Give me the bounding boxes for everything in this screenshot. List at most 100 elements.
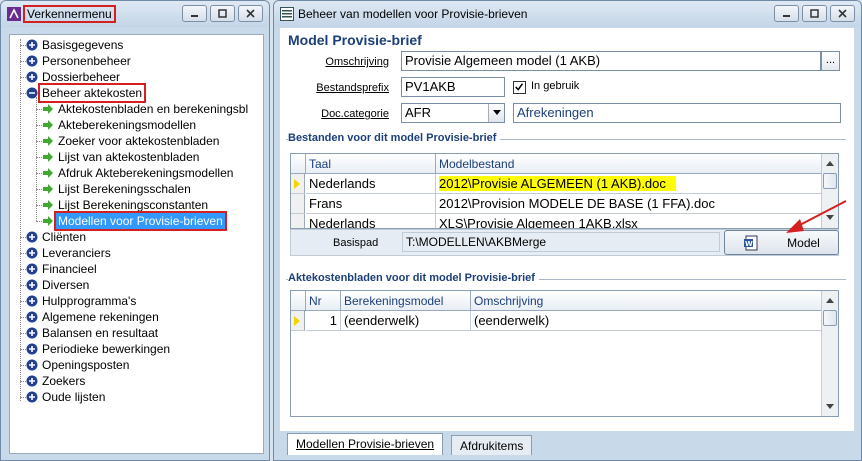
plus-icon[interactable] bbox=[26, 391, 38, 403]
close-button[interactable] bbox=[830, 5, 855, 22]
tree-item-akteberekeningsmodellen[interactable]: Akteberekeningsmodellen bbox=[42, 117, 198, 133]
bestanden-grid[interactable]: Taal Modelbestand Nederlands 2012\Provis… bbox=[290, 153, 839, 229]
table-row-omschrijving[interactable]: (eenderwelk) bbox=[471, 311, 823, 331]
explorer-title: Verkennermenu bbox=[23, 5, 116, 23]
row-indicator[interactable] bbox=[291, 174, 305, 194]
tree-item-diversen[interactable]: Diversen bbox=[26, 277, 91, 293]
tree-item-label: Akteberekeningsmodellen bbox=[58, 118, 197, 132]
doc-categorie-value: AFR bbox=[405, 105, 431, 120]
tree-item-modellen-voor-provisie-brieven[interactable]: Modellen voor Provisie-brieven bbox=[42, 211, 227, 231]
restore-button[interactable] bbox=[802, 5, 827, 22]
col-header-omschrijving[interactable]: Omschrijving bbox=[471, 291, 823, 311]
scroll-up-button[interactable] bbox=[822, 292, 838, 308]
row-indicator[interactable] bbox=[291, 214, 305, 228]
tree-item-label: Oude lijsten bbox=[42, 390, 106, 404]
tree-item-cli-nten[interactable]: Cliënten bbox=[26, 229, 88, 245]
scroll-thumb[interactable] bbox=[823, 173, 837, 189]
tree-item-aktekostenbladen-en-berekeningsbl[interactable]: Aktekostenbladen en berekeningsbl bbox=[42, 101, 250, 117]
table-row-bestand[interactable]: XLS\Provisie Algemeen 1AKB.xlsx bbox=[436, 214, 823, 228]
tree-item-label: Zoekers bbox=[42, 374, 86, 388]
plus-icon[interactable] bbox=[26, 295, 38, 307]
tree-item-label: Personenbeheer bbox=[42, 54, 131, 68]
table-row-bestand[interactable]: 2012\Provisie ALGEMEEN (1 AKB).doc bbox=[436, 174, 823, 194]
scroll-up-button[interactable] bbox=[822, 155, 838, 171]
tree-item-zoeker-voor-aktekostenbladen[interactable]: Zoeker voor aktekostenbladen bbox=[42, 133, 221, 149]
plus-icon[interactable] bbox=[26, 327, 38, 339]
tab-label: Modellen Provisie-brieven bbox=[296, 437, 435, 451]
omschrijving-browse-button[interactable]: ... bbox=[821, 51, 840, 71]
restore-icon bbox=[810, 9, 819, 18]
tree-item-zoekers[interactable]: Zoekers bbox=[26, 373, 87, 389]
doc-categorie-select[interactable]: AFR bbox=[401, 103, 505, 123]
minimize-icon bbox=[191, 15, 198, 17]
tree-item-dossierbeheer[interactable]: Dossierbeheer bbox=[26, 69, 122, 85]
table-row-taal[interactable]: Nederlands bbox=[306, 214, 436, 228]
bestandsprefix-input[interactable]: PV1AKB bbox=[401, 77, 505, 97]
minimize-button[interactable] bbox=[182, 5, 207, 22]
plus-icon[interactable] bbox=[26, 279, 38, 291]
plus-icon[interactable] bbox=[26, 263, 38, 275]
aktekosten-grid[interactable]: Nr Berekeningsmodel Omschrijving 1 (eend… bbox=[290, 290, 839, 417]
plus-icon[interactable] bbox=[26, 343, 38, 355]
plus-icon[interactable] bbox=[26, 311, 38, 323]
col-header-taal[interactable]: Taal bbox=[306, 154, 436, 174]
arrow-icon bbox=[42, 119, 54, 131]
chevron-down-icon bbox=[492, 110, 501, 115]
scroll-thumb[interactable] bbox=[823, 310, 837, 326]
row-indicator[interactable] bbox=[291, 311, 305, 331]
table-row-nr[interactable]: 1 bbox=[306, 311, 341, 331]
tab-modellen-provisie-brieven[interactable]: Modellen Provisie-brieven bbox=[287, 433, 444, 455]
table-row-taal[interactable]: Nederlands bbox=[306, 174, 436, 194]
col-header-berekeningsmodel[interactable]: Berekeningsmodel bbox=[341, 291, 471, 311]
tree-item-hulpprogramma-s[interactable]: Hulpprogramma's bbox=[26, 293, 138, 309]
tree-item-openingsposten[interactable]: Openingsposten bbox=[26, 357, 131, 373]
tree-item-algemene-rekeningen[interactable]: Algemene rekeningen bbox=[26, 309, 161, 325]
in-gebruik-label: In gebruik bbox=[531, 80, 580, 92]
table-row-taal[interactable]: Frans bbox=[306, 194, 436, 214]
plus-icon[interactable] bbox=[26, 55, 38, 67]
explorer-titlebar[interactable]: Verkennermenu bbox=[1, 1, 269, 27]
doc-categorie-dropdown-button[interactable] bbox=[488, 104, 504, 122]
scroll-down-button[interactable] bbox=[822, 398, 838, 414]
aktekosten-scrollbar[interactable] bbox=[821, 291, 838, 416]
table-row-bestand[interactable]: 2012\Provision MODELE DE BASE (1 FFA).do… bbox=[436, 194, 823, 214]
col-header-modelbestand[interactable]: Modelbestand bbox=[436, 154, 823, 174]
table-row-model[interactable]: (eenderwelk) bbox=[341, 311, 471, 331]
col-header-nr[interactable]: Nr bbox=[306, 291, 341, 311]
plus-icon[interactable] bbox=[26, 39, 38, 51]
omschrijving-input[interactable]: Provisie Algemeen model (1 AKB) bbox=[401, 51, 821, 71]
tree-item-basisgegevens[interactable]: Basisgegevens bbox=[26, 37, 125, 53]
plus-icon[interactable] bbox=[26, 231, 38, 243]
tree-item-leveranciers[interactable]: Leveranciers bbox=[26, 245, 113, 261]
tree-item-lijst-van-aktekostenbladen[interactable]: Lijst van aktekostenbladen bbox=[42, 149, 201, 165]
plus-icon[interactable] bbox=[26, 247, 38, 259]
tree-item-financieel[interactable]: Financieel bbox=[26, 261, 99, 277]
row-indicator[interactable] bbox=[291, 194, 305, 214]
tree-item-balansen-en-resultaat[interactable]: Balansen en resultaat bbox=[26, 325, 160, 341]
plus-icon[interactable] bbox=[26, 71, 38, 83]
tree-item-beheer-aktekosten[interactable]: Beheer aktekosten bbox=[26, 83, 147, 103]
current-row-icon bbox=[294, 316, 300, 326]
restore-button[interactable] bbox=[210, 5, 235, 22]
doc-categorie-description: Afrekeningen bbox=[513, 103, 841, 123]
explorer-tree[interactable]: Basisgegevens Personenbeheer Dossierbeheer… bbox=[9, 34, 264, 454]
minimize-button[interactable] bbox=[774, 5, 799, 22]
plus-icon[interactable] bbox=[26, 375, 38, 387]
tree-item-personenbeheer[interactable]: Personenbeheer bbox=[26, 53, 133, 69]
tab-label: Afdrukitems bbox=[460, 439, 524, 453]
close-button[interactable] bbox=[238, 5, 263, 22]
tree-item-afdruk-akteberekeningsmodellen[interactable]: Afdruk Akteberekeningsmodellen bbox=[42, 165, 235, 181]
tree-item-label: Dossierbeheer bbox=[42, 70, 121, 84]
tree-item-label: Lijst van aktekostenbladen bbox=[58, 150, 200, 164]
tab-afdrukitems[interactable]: Afdrukitems bbox=[451, 435, 533, 455]
tree-item-label: Modellen voor Provisie-brieven bbox=[54, 211, 227, 231]
tree-item-lijst-berekeningsconstanten[interactable]: Lijst Berekeningsconstanten bbox=[42, 197, 210, 213]
plus-icon[interactable] bbox=[26, 359, 38, 371]
in-gebruik-checkbox[interactable] bbox=[513, 81, 526, 94]
tree-item-lijst-berekeningsschalen[interactable]: Lijst Berekeningsschalen bbox=[42, 181, 193, 197]
grid-corner bbox=[291, 291, 306, 311]
model-titlebar[interactable]: Beheer van modellen voor Provisie-brieve… bbox=[274, 1, 861, 27]
tree-item-periodieke-bewerkingen[interactable]: Periodieke bewerkingen bbox=[26, 341, 172, 357]
tree-item-oude-lijsten[interactable]: Oude lijsten bbox=[26, 389, 107, 405]
minus-icon[interactable] bbox=[26, 87, 38, 99]
